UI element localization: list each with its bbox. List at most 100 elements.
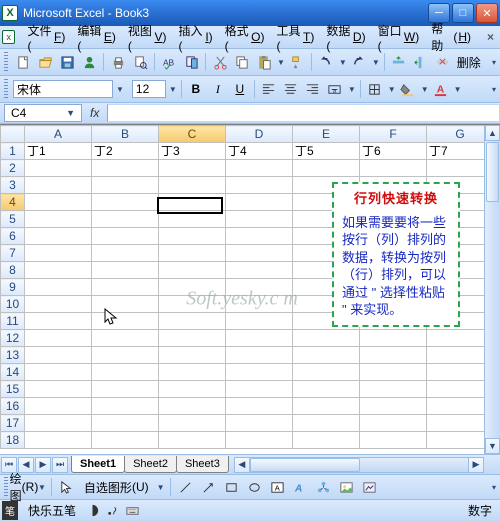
cell-A13[interactable] <box>25 347 92 364</box>
cell-A16[interactable] <box>25 398 92 415</box>
toolbar-overflow[interactable]: ▾ <box>491 58 496 67</box>
col-header-G[interactable]: G <box>427 126 485 143</box>
clipart-icon[interactable] <box>337 477 357 497</box>
arrow-icon[interactable] <box>199 477 219 497</box>
cell-C17[interactable] <box>159 415 226 432</box>
sheet-tab-sheet2[interactable]: Sheet2 <box>124 456 177 473</box>
cell-G2[interactable] <box>427 160 485 177</box>
cell-F2[interactable] <box>360 160 427 177</box>
cell-G15[interactable] <box>427 381 485 398</box>
cell-D15[interactable] <box>226 381 293 398</box>
row-header-1[interactable]: 1 <box>1 143 25 160</box>
cell-F16[interactable] <box>360 398 427 415</box>
row-header-16[interactable]: 16 <box>1 398 25 415</box>
row-header-9[interactable]: 9 <box>1 279 25 296</box>
cell-B14[interactable] <box>92 364 159 381</box>
cell-D13[interactable] <box>226 347 293 364</box>
col-header-E[interactable]: E <box>293 126 360 143</box>
tab-nav-last[interactable]: ⏭ <box>52 457 68 473</box>
drawing-menu[interactable]: 绘图(R) <box>14 477 34 497</box>
row-header-7[interactable]: 7 <box>1 245 25 262</box>
cell-C15[interactable] <box>159 381 226 398</box>
cell-G18[interactable] <box>427 432 485 449</box>
menu-w[interactable]: 窗口(W) <box>372 19 426 56</box>
delete-label[interactable]: 删除 <box>455 54 483 71</box>
row-header-6[interactable]: 6 <box>1 228 25 245</box>
align-left-icon[interactable] <box>259 79 279 99</box>
row-header-3[interactable]: 3 <box>1 177 25 194</box>
menu-i[interactable]: 插入(I) <box>172 19 218 56</box>
print-icon[interactable] <box>108 52 128 72</box>
cell-D14[interactable] <box>226 364 293 381</box>
cell-C9[interactable] <box>159 279 226 296</box>
ime-indicator[interactable]: 笔 <box>2 501 18 520</box>
fill-color-icon[interactable] <box>398 79 418 99</box>
align-right-icon[interactable] <box>303 79 323 99</box>
row-header-11[interactable]: 11 <box>1 313 25 330</box>
cell-E18[interactable] <box>293 432 360 449</box>
picture-icon[interactable] <box>360 477 380 497</box>
cell-A6[interactable] <box>25 228 92 245</box>
cell-D8[interactable] <box>226 262 293 279</box>
delete-icon[interactable] <box>433 52 453 72</box>
menu-t[interactable]: 工具(T) <box>270 19 320 56</box>
menu-v[interactable]: 视图(V) <box>122 19 173 56</box>
cell-E15[interactable] <box>293 381 360 398</box>
cell-D7[interactable] <box>226 245 293 262</box>
row-header-14[interactable]: 14 <box>1 364 25 381</box>
cell-D2[interactable] <box>226 160 293 177</box>
cell-B16[interactable] <box>92 398 159 415</box>
cell-E13[interactable] <box>293 347 360 364</box>
fx-icon[interactable]: fx <box>90 106 99 120</box>
insert-cols-icon[interactable] <box>411 52 431 72</box>
cell-C10[interactable] <box>159 296 226 313</box>
cell-B17[interactable] <box>92 415 159 432</box>
cell-A15[interactable] <box>25 381 92 398</box>
save-icon[interactable] <box>57 52 77 72</box>
menu-d[interactable]: 数据(D) <box>320 19 371 56</box>
menu-help[interactable]: 帮助(H) <box>425 17 477 57</box>
col-header-D[interactable]: D <box>226 126 293 143</box>
cell-G14[interactable] <box>427 364 485 381</box>
cell-C8[interactable] <box>159 262 226 279</box>
cell-B6[interactable] <box>92 228 159 245</box>
cell-D4[interactable] <box>226 194 293 211</box>
cell-B15[interactable] <box>92 381 159 398</box>
name-box[interactable]: C4 ▼ <box>4 104 82 122</box>
cell-G16[interactable] <box>427 398 485 415</box>
cell-E2[interactable] <box>293 160 360 177</box>
row-header-17[interactable]: 17 <box>1 415 25 432</box>
italic-button[interactable]: I <box>208 79 228 99</box>
cell-C4[interactable] <box>159 194 226 211</box>
cell-G17[interactable] <box>427 415 485 432</box>
bold-button[interactable]: B <box>186 79 206 99</box>
cell-D5[interactable] <box>226 211 293 228</box>
cell-A18[interactable] <box>25 432 92 449</box>
cell-A3[interactable] <box>25 177 92 194</box>
cell-C11[interactable] <box>159 313 226 330</box>
cell-D11[interactable] <box>226 313 293 330</box>
cell-E17[interactable] <box>293 415 360 432</box>
cell-F14[interactable] <box>360 364 427 381</box>
cell-A8[interactable] <box>25 262 92 279</box>
doc-close-button[interactable]: × <box>481 30 500 44</box>
row-header-10[interactable]: 10 <box>1 296 25 313</box>
cell-D6[interactable] <box>226 228 293 245</box>
cell-B9[interactable] <box>92 279 159 296</box>
cell-C3[interactable] <box>159 177 226 194</box>
cell-B2[interactable] <box>92 160 159 177</box>
cell-C14[interactable] <box>159 364 226 381</box>
cell-F17[interactable] <box>360 415 427 432</box>
toolbar-handle[interactable] <box>4 52 8 72</box>
cell-C2[interactable] <box>159 160 226 177</box>
undo-dropdown[interactable]: ▼ <box>338 58 347 67</box>
cell-G13[interactable] <box>427 347 485 364</box>
menu-e[interactable]: 编辑(E) <box>71 19 122 56</box>
cell-B18[interactable] <box>92 432 159 449</box>
cell-D12[interactable] <box>226 330 293 347</box>
paste-icon[interactable] <box>254 52 274 72</box>
undo-icon[interactable] <box>316 52 336 72</box>
permission-icon[interactable] <box>79 52 99 72</box>
research-icon[interactable] <box>181 52 201 72</box>
grid[interactable]: ABCDEFG1丁1丁2丁3丁4丁5丁6丁7234567891011121314… <box>0 125 484 454</box>
